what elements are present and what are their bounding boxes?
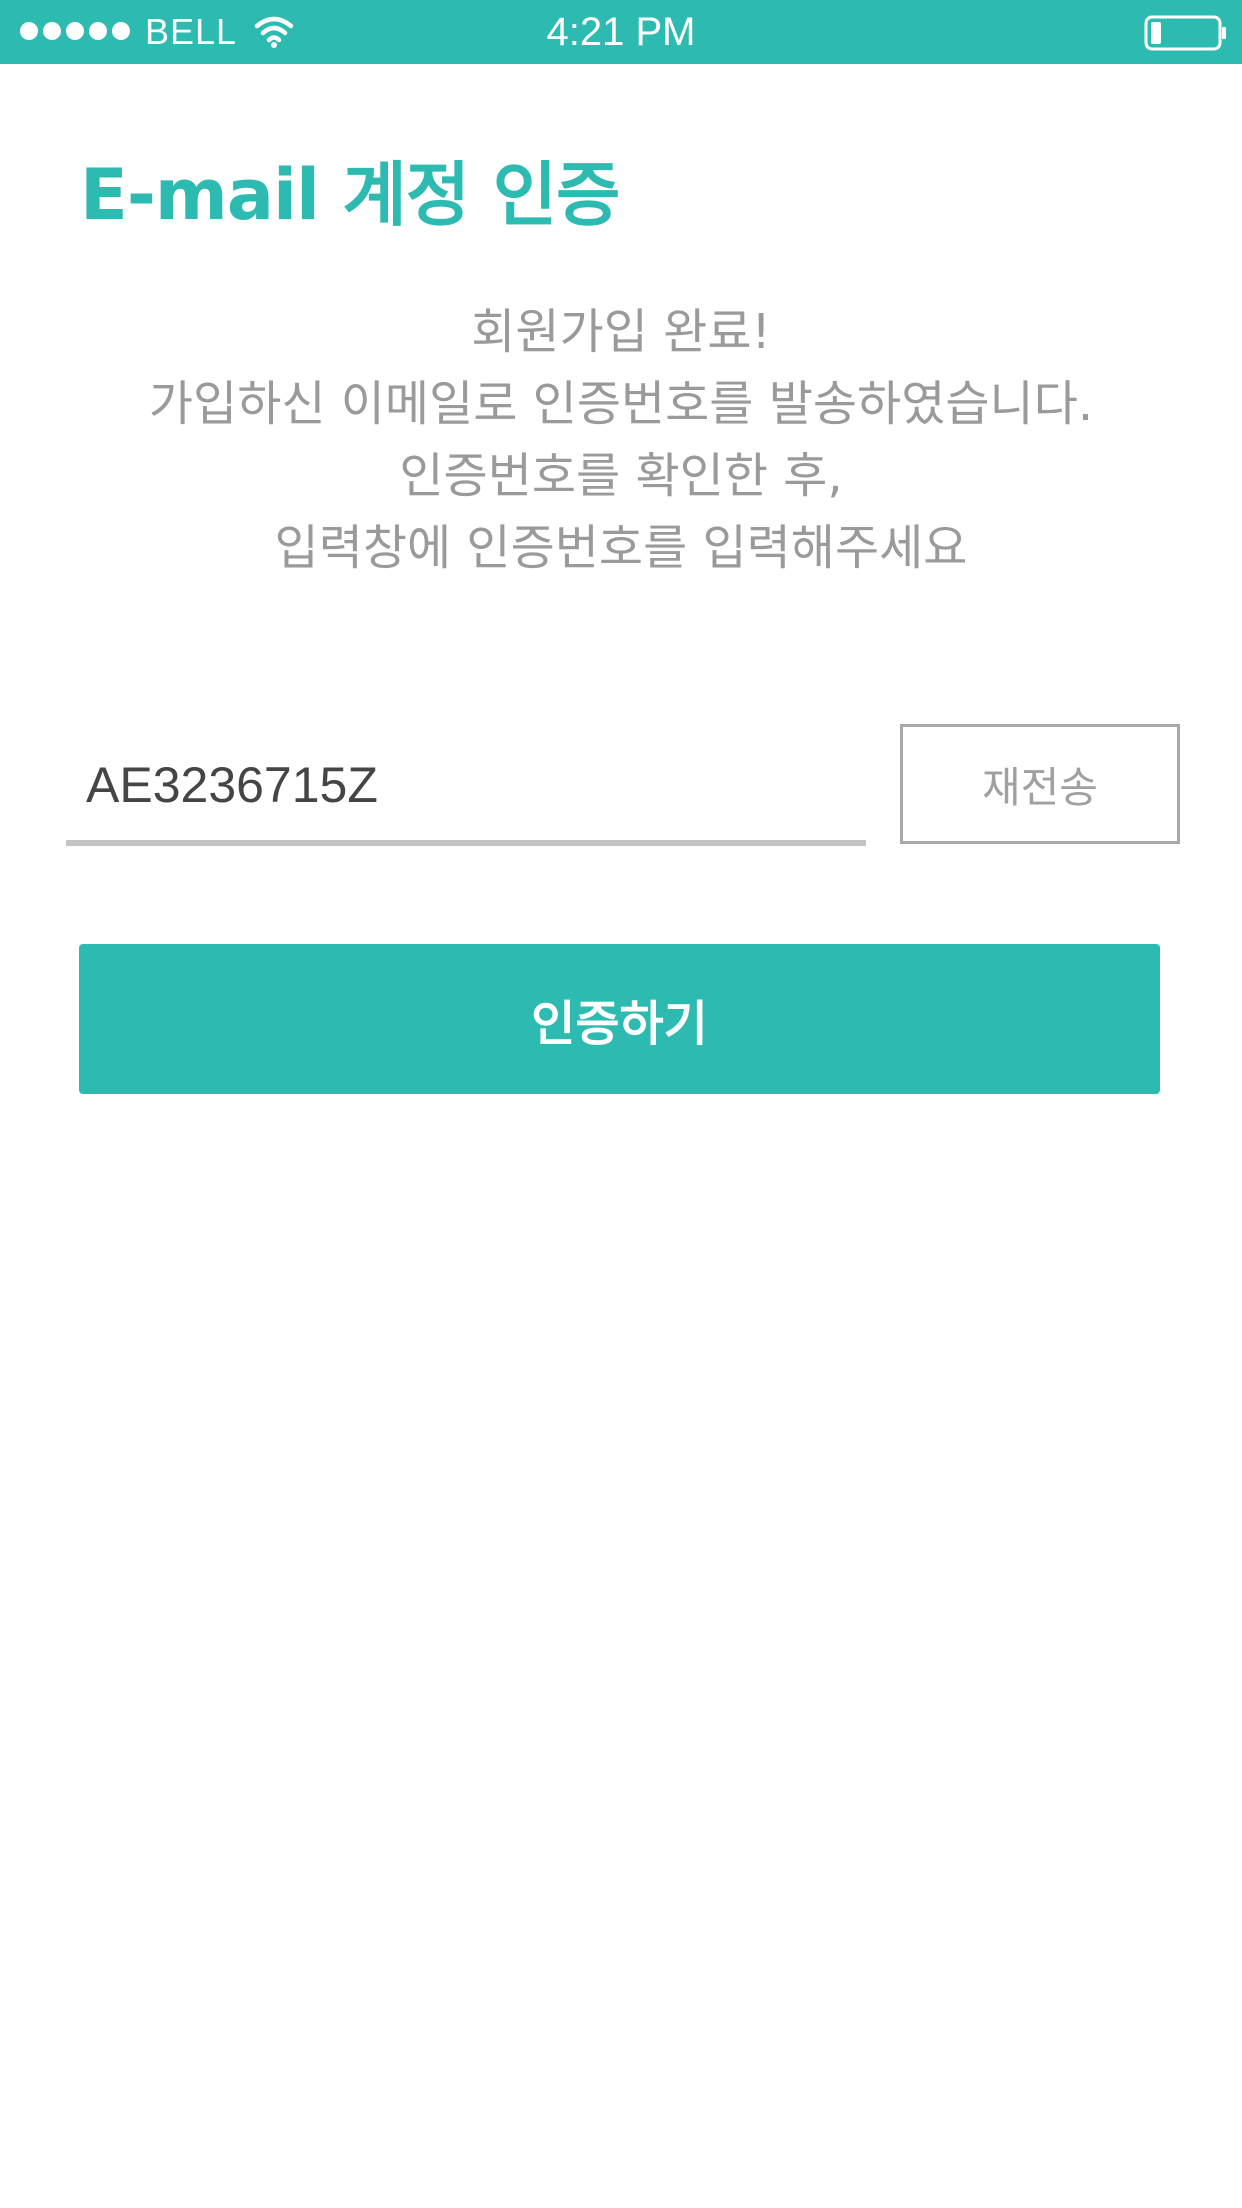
message-line: 가입하신 이메일로 인증번호를 발송하였습니다. <box>148 376 1094 432</box>
status-bar: BELL 4:21 PM <box>0 0 1242 64</box>
verification-message: 회원가입 완료! 가입하신 이메일로 인증번호를 발송하였습니다. 인증번호를 … <box>60 296 1182 584</box>
verification-code-input[interactable] <box>86 750 846 820</box>
resend-button[interactable]: 재전송 <box>900 724 1180 844</box>
battery-icon <box>1144 15 1226 51</box>
message-line: 입력창에 인증번호를 입력해주세요 <box>274 520 968 576</box>
status-time: 4:21 PM <box>546 10 696 54</box>
message-line: 회원가입 완료! <box>471 304 771 360</box>
verify-button[interactable]: 인증하기 <box>79 944 1160 1094</box>
page-title: E-mail 계정 인증 <box>80 154 620 236</box>
message-line: 인증번호를 확인한 후, <box>399 448 843 504</box>
email-verification-screen: BELL 4:21 PM E-mail 계정 인증 회원가입 완료! 가입하신 … <box>0 0 1242 2208</box>
verification-code-field <box>66 730 866 846</box>
